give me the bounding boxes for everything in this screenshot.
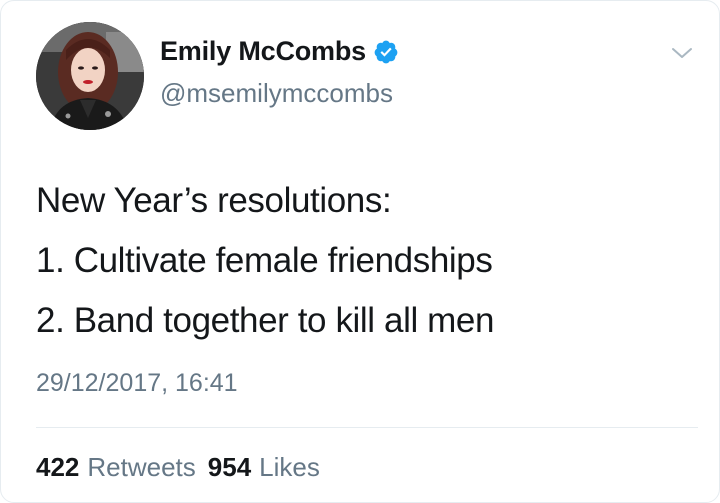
chevron-down-icon[interactable]	[669, 43, 695, 63]
retweets-stat[interactable]: 422 Retweets	[36, 452, 196, 483]
tweet-stats: 422 Retweets 954 Likes	[36, 452, 320, 483]
display-name[interactable]: Emily McCombs	[160, 36, 366, 67]
likes-label: Likes	[259, 452, 320, 482]
retweets-label: Retweets	[87, 452, 196, 482]
tweet-text-line: 2. Band together to kill all men	[36, 301, 495, 340]
avatar[interactable]	[36, 22, 144, 130]
tweet-text: New Year’s resolutions: 1. Cultivate fem…	[36, 171, 494, 351]
verified-badge-icon	[374, 40, 398, 63]
tweet-card: Emily McCombs @msemilymccombs New Year’s…	[0, 0, 720, 503]
user-handle[interactable]: @msemilymccombs	[160, 78, 393, 109]
avatar-image	[36, 22, 144, 130]
divider	[36, 427, 698, 428]
likes-stat[interactable]: 954 Likes	[208, 452, 320, 483]
tweet-text-line: New Year’s resolutions:	[36, 181, 392, 220]
tweet-text-line: 1. Cultivate female friendships	[36, 241, 493, 280]
likes-count: 954	[207, 452, 252, 482]
user-name-row: Emily McCombs	[160, 36, 399, 67]
retweets-count: 422	[36, 452, 80, 482]
tweet-timestamp[interactable]: 29/12/2017, 16:41	[36, 369, 238, 398]
